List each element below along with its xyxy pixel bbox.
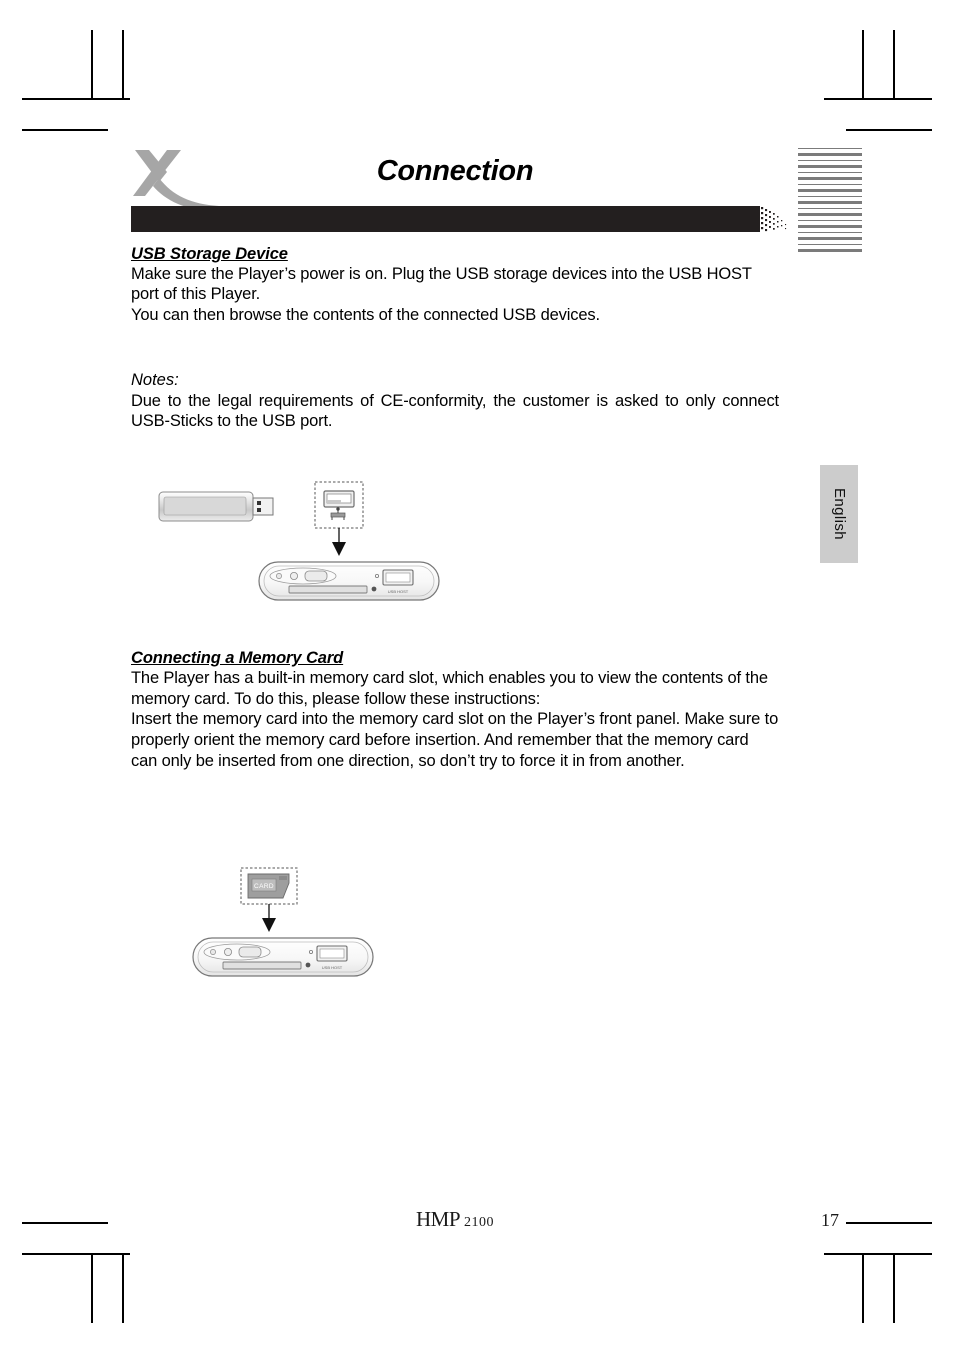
header-rule-halftone: [756, 206, 787, 232]
section-usb-storage: USB Storage Device: [131, 246, 779, 264]
language-tab-english: English: [820, 465, 858, 563]
section-usb-paragraph-2: You can then browse the contents of the …: [131, 306, 600, 325]
section-card-paragraph-2: Insert the memory card into the memory c…: [131, 710, 779, 770]
crop-mark: [22, 1253, 130, 1255]
usb-connection-diagram: USB HOST: [131, 458, 779, 631]
footer-model: HMP 2100: [131, 1207, 779, 1232]
crop-mark: [824, 98, 932, 100]
crop-mark: [22, 1222, 108, 1224]
footer-model-name: HMP: [415, 1207, 461, 1231]
usb-connection-illustration: USB HOST: [131, 458, 779, 631]
crop-mark: [122, 30, 124, 100]
crop-mark: [893, 1253, 895, 1323]
page-content: Connection USB Storage Device Make sure …: [131, 140, 787, 1018]
section-card-paragraph-1: The Player has a built-in memory card sl…: [131, 668, 768, 708]
section-heading-memory-card: Connecting a Memory Card: [131, 649, 344, 668]
page-number: 17: [821, 1210, 839, 1230]
footer-model-number: 2100: [460, 1215, 495, 1230]
player-front-panel-icon: USB HOST: [258, 561, 440, 601]
svg-text:USB HOST: USB HOST: [322, 965, 343, 970]
crop-mark: [893, 30, 895, 100]
player-front-panel-icon: USB HOST: [192, 937, 374, 977]
crop-mark: [824, 1253, 932, 1255]
notes-text: Due to the legal requirements of CE-conf…: [131, 391, 779, 431]
section-heading-usb-storage: USB Storage Device: [131, 245, 288, 263]
decorative-stripes: [798, 148, 862, 284]
crop-mark: [22, 98, 130, 100]
crop-mark: [846, 129, 932, 131]
crop-mark: [22, 129, 108, 131]
memory-card-label: CARD: [254, 883, 274, 890]
crop-mark: [91, 1253, 93, 1323]
crop-mark: [846, 1222, 932, 1224]
svg-text:USB HOST: USB HOST: [388, 589, 409, 594]
crop-mark: [122, 1253, 124, 1323]
crop-mark: [862, 1253, 864, 1323]
page-title: Connection: [376, 155, 534, 187]
header-rule: [131, 206, 756, 232]
section-memory-card: Connecting a Memory Card: [131, 650, 779, 668]
page-footer: HMP 2100 17: [131, 1207, 851, 1237]
page-header: Connection: [131, 140, 787, 232]
notes-label: Notes:: [131, 370, 179, 389]
language-tab-label: English: [831, 488, 848, 540]
memory-card-insertion-diagram: CARD USB HOST: [131, 857, 779, 1018]
crop-mark: [91, 30, 93, 100]
crop-mark: [862, 30, 864, 100]
section-usb-paragraph-1: Make sure the Player’s power is on. Plug…: [131, 264, 752, 304]
memory-card-illustration: CARD USB HOST: [131, 857, 779, 1018]
